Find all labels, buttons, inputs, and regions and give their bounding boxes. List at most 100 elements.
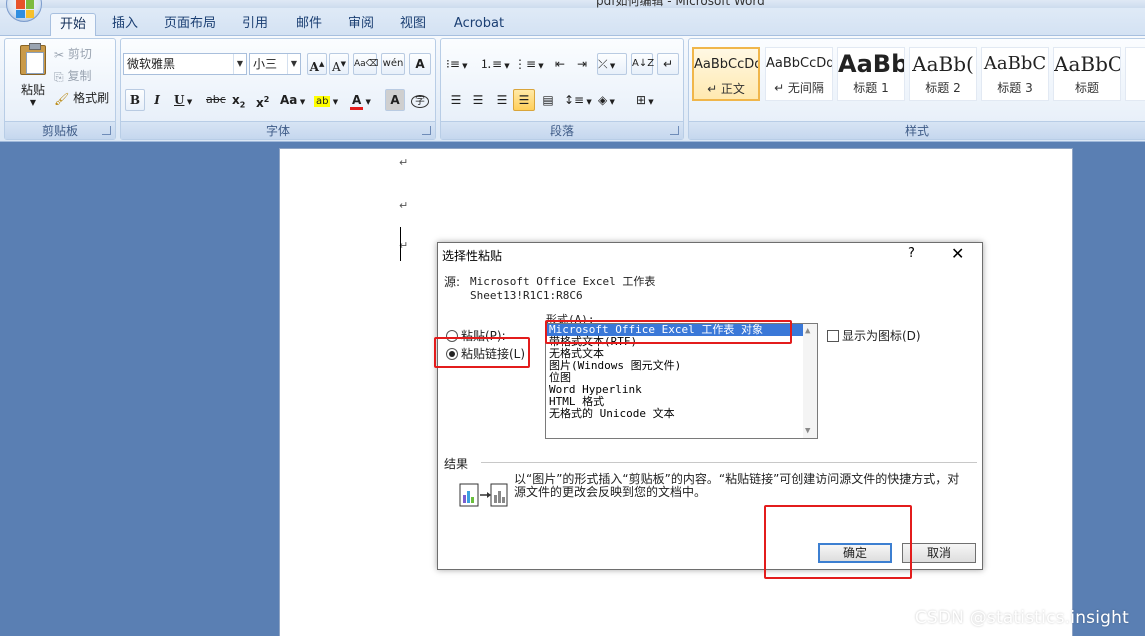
result-label: 结果 [444,457,469,471]
tab-mailings[interactable]: 邮件 [288,13,330,37]
text-cursor [400,227,401,261]
dialog-title: 选择性粘贴 [442,249,503,263]
font-size-combo[interactable]: 小三 ▼ [249,53,301,75]
align-right-button[interactable]: ☰ [491,89,513,111]
copy-button[interactable]: ⎘ 复制 [53,65,92,87]
decrease-indent-button[interactable]: ⇤ [549,53,571,75]
source-label: 源: [444,275,461,289]
chevron-down-icon: ▼ [29,98,37,107]
style-sample: AaBb [838,50,905,78]
justify-button[interactable]: ☰ [513,89,535,111]
tab-page-layout[interactable]: 页面布局 [160,13,220,37]
multilevel-list-button[interactable]: ⋮≡ ▼ [513,53,545,75]
superscript-button[interactable]: x2 [255,89,275,111]
italic-button[interactable]: I [147,89,167,111]
indent-icon: ⇥ [576,57,588,71]
char-shading-button[interactable]: A [385,89,405,111]
office-logo-icon [16,0,34,18]
style-sample: AaBb( [912,52,974,76]
align-left-button[interactable]: ☰ [445,89,467,111]
tab-home[interactable]: 开始 [50,13,96,37]
chevron-down-icon: ▼ [287,54,300,74]
numbering-button[interactable]: ⒈≡ ▼ [479,53,511,75]
align-left-icon: ☰ [450,93,462,107]
dialog-launcher-icon[interactable] [422,126,431,135]
result-text: 以“图片”的形式插入“剪贴板”的内容。“粘贴链接”可创建访问源文件的快捷方式，对… [514,472,960,499]
italic-icon: I [154,93,160,107]
paste-button[interactable]: 粘贴 ▼ [13,43,53,113]
sort-button[interactable]: A↓Z [631,53,654,75]
shrink-font-button[interactable]: A▼ [329,53,349,75]
char-border-icon: A [415,57,425,71]
strikethrough-button[interactable]: abc [205,89,229,111]
numbered-list-icon: ⒈≡ [480,57,503,71]
style-heading-1[interactable]: AaBb 标题 1 [837,47,905,101]
underline-button[interactable]: U ▼ [169,89,199,111]
tab-acrobat[interactable]: Acrobat [448,13,510,37]
phonetic-guide-button[interactable]: wén [381,53,405,75]
style-subtitle[interactable]: Aa 副 [1125,47,1145,101]
font-group: 微软雅黑 ▼ 小三 ▼ A▲ A▼ Aa⌫ wén A B I U ▼ abc … [120,38,436,140]
change-case-icon: Aa [280,93,298,107]
align-center-button[interactable]: ☰ [467,89,489,111]
shading-button[interactable]: ◈ ▼ [597,89,631,111]
cancel-button[interactable]: 取消 [902,543,976,563]
chevron-down-icon: ▼ [233,54,246,74]
enclose-chars-button[interactable]: 字 [409,89,431,111]
scrollbar[interactable]: ▲ ▼ [803,324,817,438]
chinese-layout-icon: ⤫ [598,57,608,71]
tab-insert[interactable]: 插入 [104,13,146,37]
font-color-button[interactable]: A ▼ [349,89,383,111]
tab-view[interactable]: 视图 [392,13,434,37]
list-item[interactable]: 无格式的 Unicode 文本 [546,408,817,420]
bullet-list-icon: ⁝≡ [446,57,460,71]
underline-icon: U [174,93,185,107]
close-icon[interactable]: ✕ [951,244,964,263]
grow-font-button[interactable]: A▲ [307,53,327,75]
cut-button[interactable]: ✂ 剪切 [53,43,93,65]
clipboard-group-label: 剪贴板 [5,121,115,139]
style-name: 标题 1 [853,81,889,95]
style-sample: AaBbC [983,53,1047,74]
style-no-spacing[interactable]: AaBbCcDd ↵ 无间隔 [765,47,833,101]
style-heading-3[interactable]: AaBbC 标题 3 [981,47,1049,101]
grow-font-icon: A▲ [309,59,325,74]
copy-label: 复制 [67,69,92,83]
display-as-icon-label: 显示为图标(D) [842,329,921,343]
style-title[interactable]: AaBbC 标题 [1053,47,1121,101]
chinese-layout-button[interactable]: ⤫ ▼ [597,53,627,75]
superscript-icon: x2 [256,95,270,110]
style-normal[interactable]: AaBbCcDd ↵ 正文 [692,47,760,101]
paste-label: 粘贴 [20,83,45,97]
clipboard-group: 粘贴 ▼ ✂ 剪切 ⎘ 复制 🖌 格式刷 剪贴板 [4,38,116,140]
subscript-icon: x2 [232,93,246,110]
show-marks-button[interactable]: ↵ [657,53,679,75]
style-name: 标题 2 [925,81,961,95]
change-case-button[interactable]: Aa ▼ [279,89,311,111]
format-painter-button[interactable]: 🖌 格式刷 [53,87,110,109]
font-name-combo[interactable]: 微软雅黑 ▼ [123,53,247,75]
scroll-down-icon[interactable]: ▼ [805,426,810,436]
display-as-icon-checkbox[interactable]: 显示为图标(D) [827,327,921,344]
bullets-button[interactable]: ⁝≡ ▼ [445,53,477,75]
help-icon[interactable]: ? [908,246,915,261]
list-item[interactable]: 图片(Windows 图元文件) [546,360,817,372]
dialog-launcher-icon[interactable] [670,126,679,135]
scroll-up-icon[interactable]: ▲ [805,326,810,336]
tab-review[interactable]: 审阅 [340,13,382,37]
outdent-icon: ⇤ [554,57,566,71]
clear-format-button[interactable]: Aa⌫ [353,53,378,75]
style-sample: Aa [1126,48,1145,80]
bold-button[interactable]: B [125,89,145,111]
line-spacing-button[interactable]: ↕≡ ▼ [563,89,595,111]
tab-references[interactable]: 引用 [234,13,276,37]
borders-button[interactable]: ⊞ ▼ [635,89,669,111]
dialog-launcher-icon[interactable] [102,126,111,135]
paragraph-group: ⁝≡ ▼ ⒈≡ ▼ ⋮≡ ▼ ⇤ ⇥ ⤫ ▼ A↓Z ↵ ☰ ☰ ☰ ☰ ▤ ↕… [440,38,684,140]
style-heading-2[interactable]: AaBb( 标题 2 [909,47,977,101]
highlight-button[interactable]: ab ▼ [313,89,347,111]
char-border-button[interactable]: A [409,53,431,75]
distributed-button[interactable]: ▤ [537,89,559,111]
increase-indent-button[interactable]: ⇥ [571,53,593,75]
subscript-button[interactable]: x2 [231,89,251,111]
